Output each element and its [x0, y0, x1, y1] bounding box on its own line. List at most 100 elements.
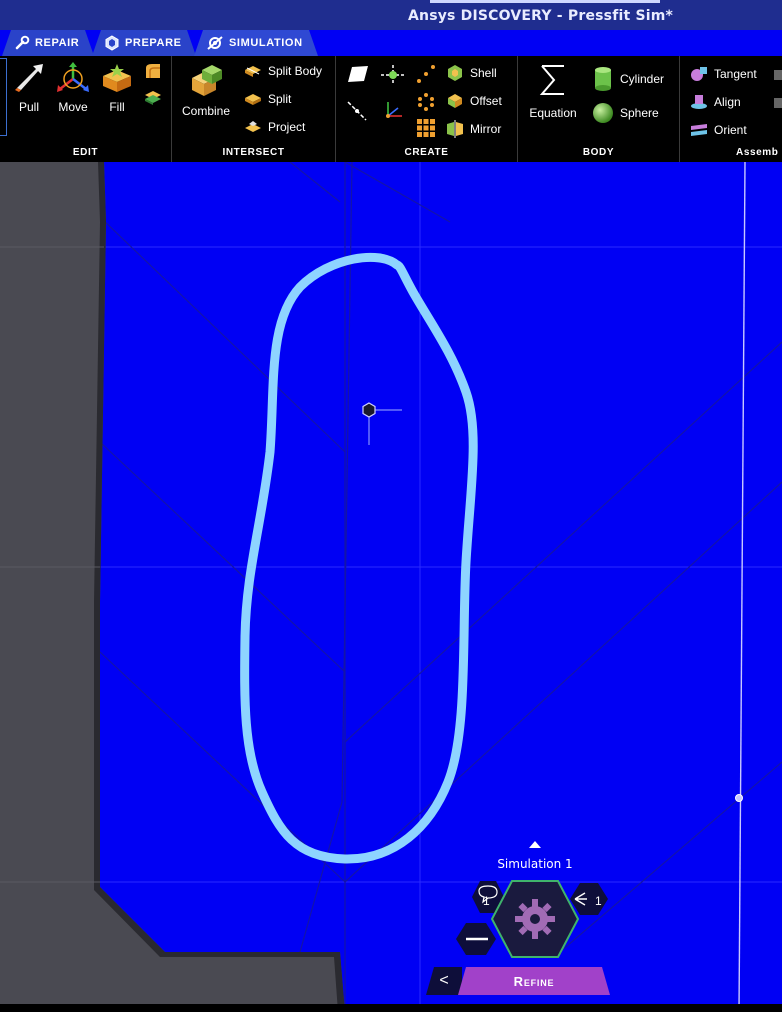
equation-button[interactable]: Equation	[524, 60, 582, 120]
plane-icon	[348, 66, 368, 82]
3d-viewport[interactable]: Simulation 1 1 1 < Refine	[0, 162, 782, 1012]
selection-panel: Simulation 1 1 1 < Refine	[420, 835, 650, 1005]
title-accent	[430, 0, 660, 3]
edit-extra-button-1[interactable]	[144, 62, 162, 85]
edit-group-label: Edit	[72, 147, 99, 158]
split-button[interactable]: Split	[244, 92, 291, 106]
body-group-label: Body	[582, 147, 615, 158]
cylinder-label: Cylinder	[620, 72, 665, 86]
branch-count: 1	[595, 894, 602, 908]
axis-button[interactable]	[346, 100, 368, 127]
tangent-icon	[691, 67, 707, 81]
combine-button[interactable]: Combine	[178, 62, 234, 118]
wrench-icon	[14, 35, 30, 51]
move-icon	[57, 62, 89, 92]
assembly-overflow-1[interactable]	[774, 68, 782, 87]
shell-button[interactable]: Shell	[446, 64, 497, 82]
tab-prepare[interactable]: Prepare	[92, 30, 196, 56]
offset-button[interactable]: Offset	[446, 92, 502, 110]
fill-button[interactable]: Fill	[99, 62, 135, 114]
split-label: Split	[268, 92, 292, 106]
ribbon-toolbar: Pull Move Fill EDIT Combine Split Body S…	[0, 56, 782, 162]
orient-button[interactable]: Orient	[690, 122, 747, 138]
overflow-icon	[774, 70, 782, 80]
sphere-button[interactable]: Sphere	[592, 102, 659, 124]
collapse-up-icon[interactable]	[527, 839, 543, 849]
pattern-button[interactable]	[416, 92, 436, 117]
overflow-icon	[774, 98, 782, 108]
project-button[interactable]: Project	[244, 120, 305, 134]
shell-icon	[448, 65, 462, 81]
plane-button[interactable]	[346, 64, 370, 89]
create-group: Shell Offset Mirror Create	[336, 56, 518, 162]
grid-pattern-icon	[417, 119, 435, 137]
refine-button[interactable]: Refine	[458, 967, 610, 995]
window-title: Ansys DISCOVERY - Pressfit Sim*	[408, 8, 674, 24]
split-icon	[245, 94, 261, 105]
tab-simulation[interactable]: Simulation	[194, 30, 318, 56]
tangent-label: Tangent	[714, 67, 757, 81]
mirror-label: Mirror	[470, 122, 502, 136]
cube-icon	[104, 35, 120, 51]
body-group: Equation Cylinder Sphere Body	[518, 56, 680, 162]
model-scene	[0, 162, 782, 1012]
assembly-group-label: Assemb	[736, 147, 779, 158]
cylinder-icon	[595, 67, 611, 91]
create-group-label: Create	[404, 147, 449, 158]
selected-face	[0, 162, 782, 1012]
tab-repair[interactable]: Repair	[2, 30, 94, 56]
bottom-edge-bar	[0, 1004, 782, 1012]
cursor-hex-icon[interactable]	[362, 402, 376, 418]
shell-label: Shell	[470, 66, 497, 80]
point-button[interactable]	[380, 64, 406, 91]
combine-label: Combine	[181, 104, 231, 118]
split-body-button[interactable]: Split Body	[244, 64, 322, 78]
origin-axes-icon	[386, 102, 402, 118]
align-button[interactable]: Align	[690, 94, 741, 110]
sphere-label: Sphere	[620, 106, 659, 120]
comment-count: 1	[483, 894, 490, 908]
line-points-icon	[417, 65, 435, 83]
orient-label: Orient	[714, 123, 747, 137]
assembly-overflow-2[interactable]	[774, 96, 782, 115]
project-label: Project	[268, 120, 306, 134]
title-bar: Ansys DISCOVERY - Pressfit Sim*	[0, 0, 782, 30]
move-label: Move	[58, 100, 88, 114]
mirror-icon	[447, 120, 463, 138]
combine-icon	[192, 65, 222, 96]
tab-repair-label: Repair	[35, 37, 80, 49]
assembly-group: Tangent Align Orient Assemb	[680, 56, 782, 162]
pull-icon	[15, 64, 43, 92]
pull-label: Pull	[18, 100, 39, 114]
split-body-icon	[245, 66, 261, 77]
orient-icon	[691, 124, 707, 136]
sigma-icon	[539, 65, 564, 95]
intersect-group: Combine Split Body Split Project INTERSE…	[172, 56, 336, 162]
origin-button[interactable]	[382, 100, 404, 127]
grid-pattern-button[interactable]	[416, 118, 436, 143]
simulation-label: Simulation 1	[497, 857, 573, 871]
simulation-icon	[206, 35, 224, 51]
axis-line-icon	[347, 101, 367, 121]
pull-button[interactable]: Pull	[12, 62, 46, 114]
layers-icon	[145, 91, 161, 105]
line-points-button[interactable]	[416, 64, 436, 89]
refine-label: Refine	[513, 973, 555, 989]
reference-point[interactable]	[735, 794, 743, 802]
equation-label: Equation	[529, 106, 577, 120]
project-icon	[245, 121, 261, 132]
fill-label: Fill	[109, 100, 125, 114]
offset-label: Offset	[470, 94, 502, 108]
tab-prepare-label: Prepare	[125, 37, 182, 49]
mirror-button[interactable]: Mirror	[446, 120, 501, 138]
fill-icon	[103, 64, 131, 92]
point-icon	[381, 65, 405, 85]
cylinder-button[interactable]: Cylinder	[592, 66, 664, 92]
edit-extra-button-2[interactable]	[144, 88, 162, 111]
blend-icon	[146, 64, 160, 78]
tangent-button[interactable]: Tangent	[690, 66, 757, 82]
move-button[interactable]: Move	[54, 62, 92, 114]
sphere-icon	[593, 103, 613, 123]
offset-icon	[448, 94, 462, 108]
edit-group: Pull Move Fill EDIT	[0, 56, 172, 162]
